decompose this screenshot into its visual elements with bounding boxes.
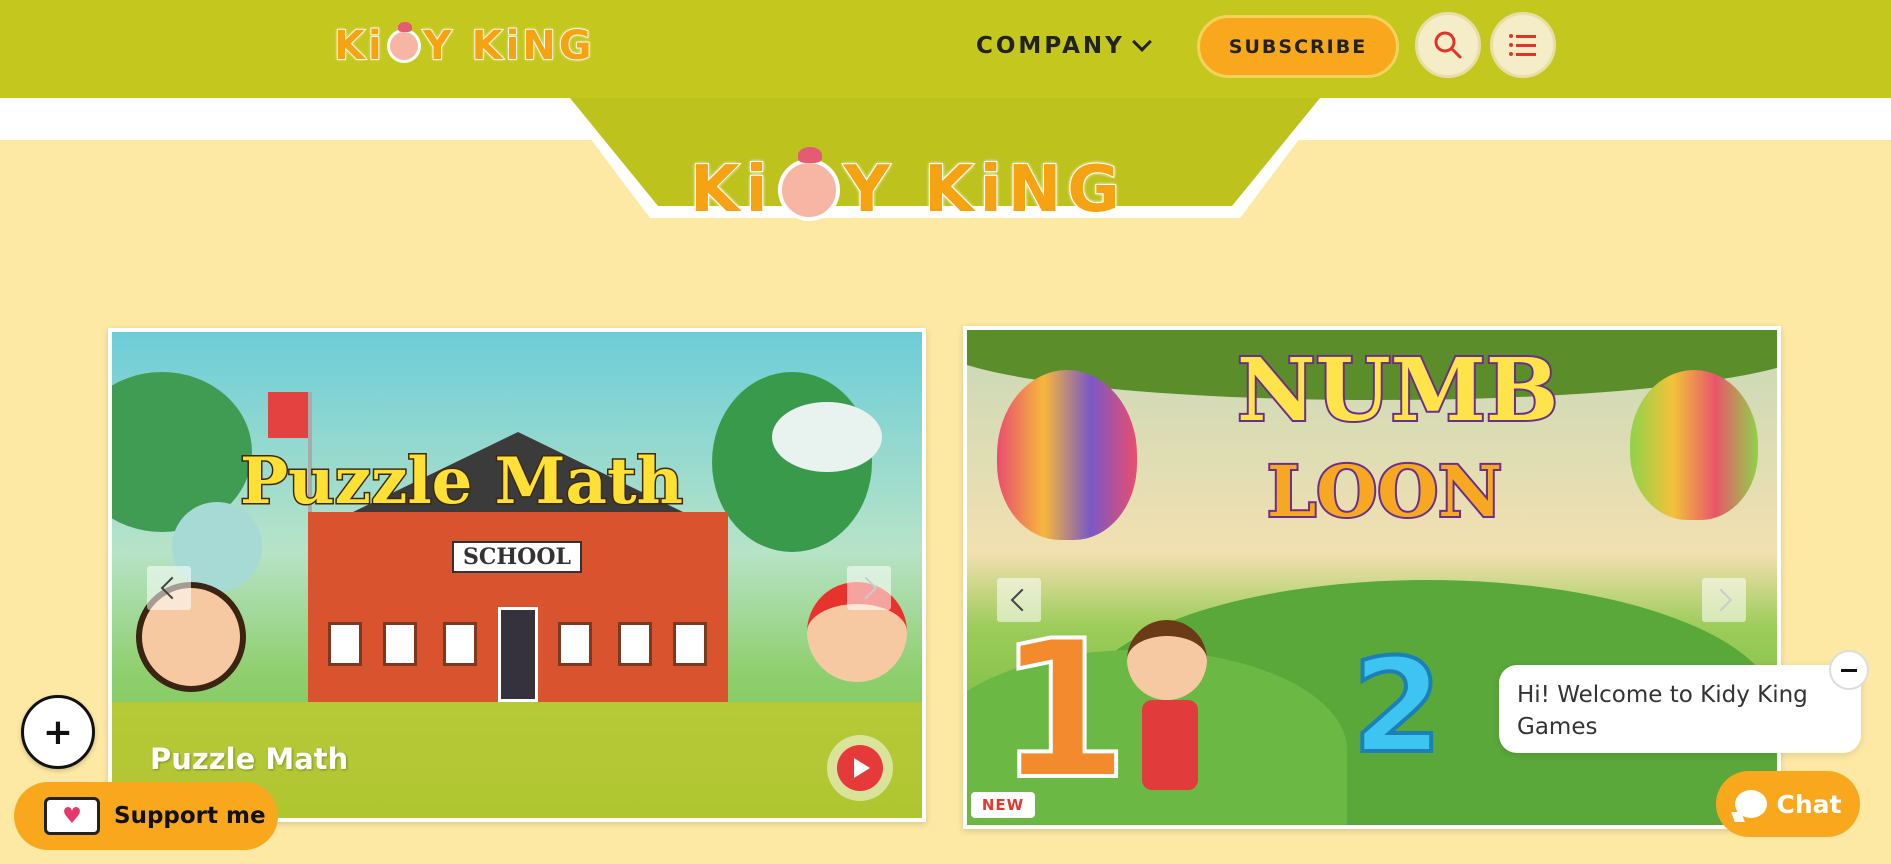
kid-illustration: [1142, 700, 1198, 790]
ko-fi-mug-icon: ♥: [44, 797, 100, 835]
carousel-next-button[interactable]: [1702, 578, 1746, 622]
subscribe-button[interactable]: SUBSCRIBE: [1197, 15, 1399, 78]
kid-illustration: [1127, 620, 1207, 700]
popup-minimize-button[interactable]: [1829, 650, 1869, 690]
game-card-puzzle-math[interactable]: SCHOOL Puzzle Math Puzzle Math: [108, 328, 926, 822]
carousel-next-button[interactable]: [847, 566, 891, 610]
number-one-art: 1: [995, 598, 1131, 823]
cloud: [772, 402, 882, 472]
carousel-prev-button[interactable]: [997, 578, 1041, 622]
list-menu-icon: [1509, 34, 1536, 56]
school-sign: SCHOOL: [452, 541, 582, 573]
top-navigation-bar: Ki Y KiNG COMPANY SUBSCRIBE: [0, 0, 1891, 98]
game-card-numb-loon[interactable]: NUMB LOON 1 2 NEW: [963, 326, 1781, 829]
new-badge: NEW: [971, 792, 1035, 818]
banner-logo[interactable]: Ki Y KiNG: [689, 147, 1126, 230]
game-title-art: Puzzle Math: [238, 443, 684, 521]
baby-face-icon: [777, 147, 840, 221]
support-me-label: Support me: [114, 803, 266, 829]
site-logo[interactable]: Ki Y KiNG: [333, 22, 595, 70]
chevron-right-icon: [1709, 588, 1733, 612]
minus-icon: [1841, 668, 1857, 672]
chat-label: Chat: [1776, 789, 1842, 819]
play-button[interactable]: [827, 735, 893, 801]
chat-button[interactable]: Chat: [1716, 771, 1860, 837]
add-button[interactable]: +: [21, 695, 95, 769]
game-title-art-line2: LOON: [1265, 448, 1504, 535]
chevron-right-icon: [854, 576, 878, 600]
game-title-art-line1: NUMB: [1235, 338, 1560, 443]
chat-bubble-icon: [1734, 790, 1767, 818]
chevron-down-icon: [1131, 32, 1152, 52]
chat-welcome-popup[interactable]: Hi! Welcome to Kidy King Games: [1499, 665, 1861, 753]
baby-face-icon: [386, 22, 421, 63]
carousel-prev-button[interactable]: [147, 566, 191, 610]
play-icon: [854, 758, 870, 778]
balloon-character: [1630, 370, 1758, 520]
search-icon: [1434, 31, 1462, 59]
number-two-art: 2: [1350, 628, 1444, 784]
search-button[interactable]: [1415, 12, 1481, 78]
card-title[interactable]: Puzzle Math: [150, 742, 348, 776]
support-me-button[interactable]: ♥ Support me: [14, 782, 278, 850]
nav-company-label: COMPANY: [976, 33, 1125, 59]
menu-button[interactable]: [1490, 12, 1556, 78]
chevron-left-icon: [160, 576, 184, 600]
plus-icon: +: [42, 711, 74, 753]
nav-company-dropdown[interactable]: COMPANY: [976, 28, 1152, 64]
chevron-left-icon: [1010, 588, 1034, 612]
balloon-character: [997, 370, 1137, 540]
